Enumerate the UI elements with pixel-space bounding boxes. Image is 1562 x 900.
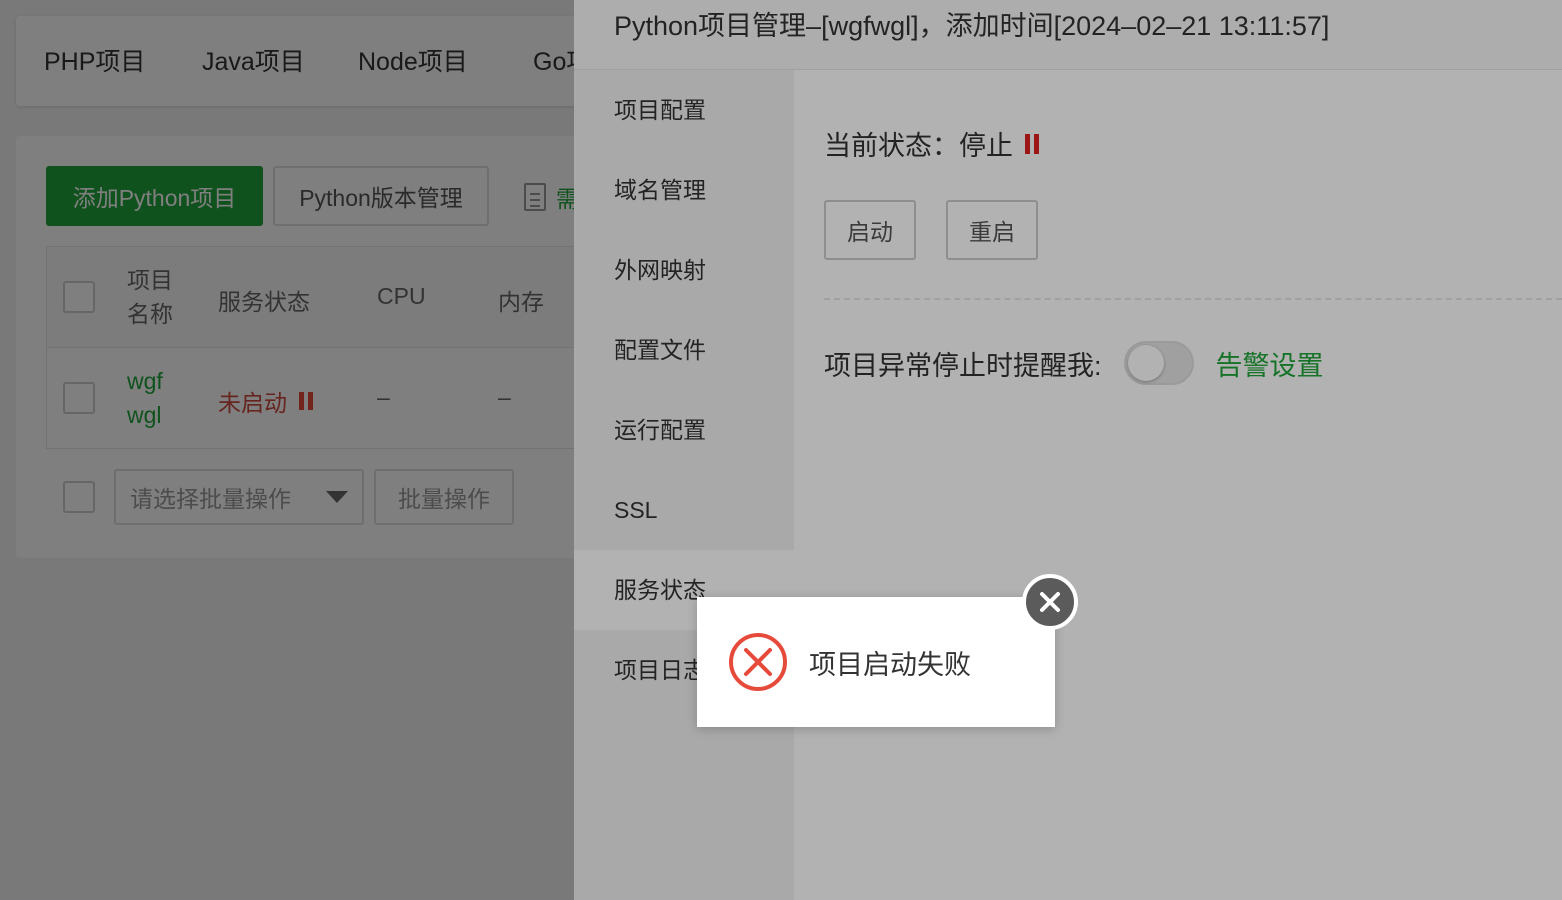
toast-message: 项目启动失败 [809, 649, 971, 680]
close-x-glyph [1040, 592, 1060, 612]
toast-backdrop [574, 0, 1562, 900]
error-circle-icon [729, 633, 787, 691]
error-toast: 项目启动失败 [697, 597, 1055, 727]
close-icon[interactable] [1022, 574, 1078, 630]
